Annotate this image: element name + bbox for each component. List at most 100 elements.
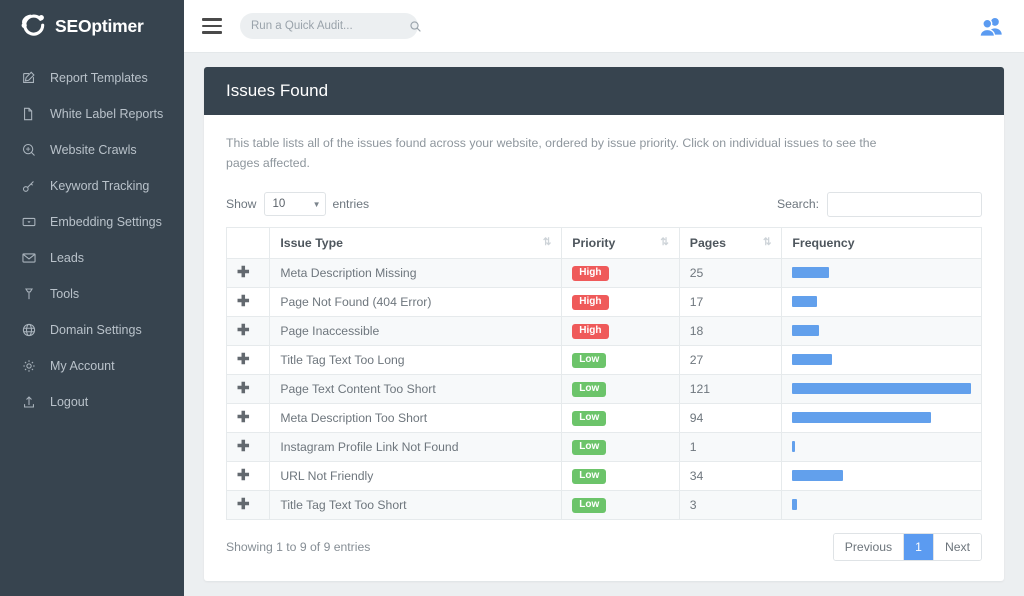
table-row[interactable]: ✚Instagram Profile Link Not FoundLow1 bbox=[227, 432, 982, 461]
sidebar-item-label: Keyword Tracking bbox=[50, 179, 149, 193]
expand-cell[interactable]: ✚ bbox=[227, 345, 270, 374]
frequency-bar bbox=[792, 412, 931, 423]
table-row[interactable]: ✚ Page Text Content Too ShortLow121 bbox=[227, 374, 982, 403]
table-row[interactable]: ✚Page InaccessibleHigh18 bbox=[227, 316, 982, 345]
expand-cell[interactable]: ✚ bbox=[227, 490, 270, 519]
brand[interactable]: SEOptimer bbox=[0, 0, 184, 52]
status-badge: High bbox=[572, 324, 608, 340]
quick-audit-search[interactable] bbox=[240, 13, 418, 39]
upload-exit-icon bbox=[20, 394, 37, 411]
sort-updown-icon[interactable]: ⇅ bbox=[660, 240, 668, 246]
frequency-cell bbox=[782, 432, 982, 461]
seoptimer-logo-icon bbox=[20, 13, 46, 39]
search-icon[interactable] bbox=[409, 20, 422, 33]
expand-cell[interactable]: ✚ bbox=[227, 316, 270, 345]
table-row[interactable]: ✚Title Tag Text Too LongLow27 bbox=[227, 345, 982, 374]
globe-icon bbox=[20, 322, 37, 339]
file-copy-icon bbox=[20, 106, 37, 123]
pages-cell: 25 bbox=[679, 258, 782, 287]
frequency-bar bbox=[792, 470, 842, 481]
plus-icon[interactable]: ✚ bbox=[237, 352, 250, 367]
sidebar-item-leads[interactable]: Leads bbox=[0, 240, 184, 276]
people-icon[interactable] bbox=[979, 16, 1004, 37]
table-header-row: Issue Type ⇅ Priority ⇅ bbox=[227, 227, 982, 258]
sidebar-item-keyword-tracking[interactable]: Keyword Tracking bbox=[0, 168, 184, 204]
plus-icon[interactable]: ✚ bbox=[237, 381, 250, 396]
search-input[interactable] bbox=[827, 192, 982, 217]
brand-name: SEOptimer bbox=[55, 16, 144, 37]
expand-cell[interactable]: ✚ bbox=[227, 374, 270, 403]
issue-type-cell: Title Tag Text Too Long bbox=[270, 345, 562, 374]
column-expand bbox=[227, 227, 270, 258]
expand-cell[interactable]: ✚ bbox=[227, 461, 270, 490]
frequency-cell bbox=[782, 316, 982, 345]
plus-icon[interactable]: ✚ bbox=[237, 265, 250, 280]
plus-icon[interactable]: ✚ bbox=[237, 497, 250, 512]
content-area: Issues Found This table lists all of the… bbox=[184, 53, 1024, 581]
table-head: Issue Type ⇅ Priority ⇅ bbox=[227, 227, 982, 258]
table-row[interactable]: ✚Page Not Found (404 Error)High17 bbox=[227, 287, 982, 316]
column-pages[interactable]: Pages ⇅ bbox=[679, 227, 782, 258]
priority-cell: High bbox=[562, 316, 679, 345]
pages-cell: 18 bbox=[679, 316, 782, 345]
sidebar-item-website-crawls[interactable]: Website Crawls bbox=[0, 132, 184, 168]
sidebar-item-my-account[interactable]: My Account bbox=[0, 348, 184, 384]
expand-cell[interactable]: ✚ bbox=[227, 432, 270, 461]
sort-updown-icon[interactable]: ⇅ bbox=[543, 240, 551, 246]
previous-page-button[interactable]: Previous bbox=[834, 534, 904, 560]
page-number-button[interactable]: 1 bbox=[904, 534, 934, 560]
sidebar-item-tools[interactable]: Tools bbox=[0, 276, 184, 312]
sidebar-item-embedding-settings[interactable]: Embedding Settings bbox=[0, 204, 184, 240]
sort-updown-icon[interactable]: ⇅ bbox=[763, 240, 771, 246]
priority-cell: Low bbox=[562, 345, 679, 374]
key-icon bbox=[20, 178, 37, 195]
envelope-icon bbox=[20, 250, 37, 267]
table-row[interactable]: ✚Meta Description MissingHigh25 bbox=[227, 258, 982, 287]
page-title: Issues Found bbox=[226, 81, 328, 101]
sidebar-item-logout[interactable]: Logout bbox=[0, 384, 184, 420]
plus-icon[interactable]: ✚ bbox=[237, 468, 250, 483]
column-label: Pages bbox=[690, 236, 726, 250]
expand-cell[interactable]: ✚ bbox=[227, 287, 270, 316]
issues-table: Issue Type ⇅ Priority ⇅ bbox=[226, 227, 982, 520]
next-page-button[interactable]: Next bbox=[934, 534, 981, 560]
plus-icon[interactable]: ✚ bbox=[237, 410, 250, 425]
pages-cell: 1 bbox=[679, 432, 782, 461]
issue-type-cell: Meta Description Too Short bbox=[270, 403, 562, 432]
issue-type-cell: Meta Description Missing bbox=[270, 258, 562, 287]
column-priority[interactable]: Priority ⇅ bbox=[562, 227, 679, 258]
priority-cell: Low bbox=[562, 374, 679, 403]
expand-cell[interactable]: ✚ bbox=[227, 258, 270, 287]
quick-audit-input[interactable] bbox=[251, 20, 405, 32]
sidebar-item-white-label-reports[interactable]: White Label Reports bbox=[0, 96, 184, 132]
sidebar-item-domain-settings[interactable]: Domain Settings bbox=[0, 312, 184, 348]
column-issue-type[interactable]: Issue Type ⇅ bbox=[270, 227, 562, 258]
issue-type-cell: Page Text Content Too Short bbox=[270, 374, 562, 403]
frequency-bar bbox=[792, 296, 817, 307]
plus-icon[interactable]: ✚ bbox=[237, 439, 250, 454]
issue-type-cell: Title Tag Text Too Short bbox=[270, 490, 562, 519]
sidebar-item-label: Logout bbox=[50, 395, 88, 409]
column-frequency: Frequency bbox=[782, 227, 982, 258]
search-circle-icon bbox=[20, 142, 37, 159]
table-search-control: Search: bbox=[777, 192, 982, 217]
card-description: This table lists all of the issues found… bbox=[226, 133, 886, 174]
table-row[interactable]: ✚URL Not FriendlyLow34 bbox=[227, 461, 982, 490]
table-controls: Show 10 ▼ entries Search: bbox=[226, 192, 982, 217]
plus-icon[interactable]: ✚ bbox=[237, 294, 250, 309]
table-row[interactable]: ✚Meta Description Too ShortLow94 bbox=[227, 403, 982, 432]
hamburger-icon[interactable] bbox=[202, 18, 222, 34]
entries-label: entries bbox=[333, 197, 370, 211]
pages-cell: 121 bbox=[679, 374, 782, 403]
priority-cell: High bbox=[562, 287, 679, 316]
plus-icon[interactable]: ✚ bbox=[237, 323, 250, 338]
expand-cell[interactable]: ✚ bbox=[227, 403, 270, 432]
pages-cell: 3 bbox=[679, 490, 782, 519]
sidebar-nav: Report Templates White Label Reports Web… bbox=[0, 60, 184, 420]
priority-cell: Low bbox=[562, 490, 679, 519]
card-header: Issues Found bbox=[204, 67, 1004, 115]
entries-select[interactable]: 10 ▼ bbox=[264, 192, 326, 216]
pages-cell: 34 bbox=[679, 461, 782, 490]
sidebar-item-report-templates[interactable]: Report Templates bbox=[0, 60, 184, 96]
table-row[interactable]: ✚ Title Tag Text Too ShortLow3 bbox=[227, 490, 982, 519]
